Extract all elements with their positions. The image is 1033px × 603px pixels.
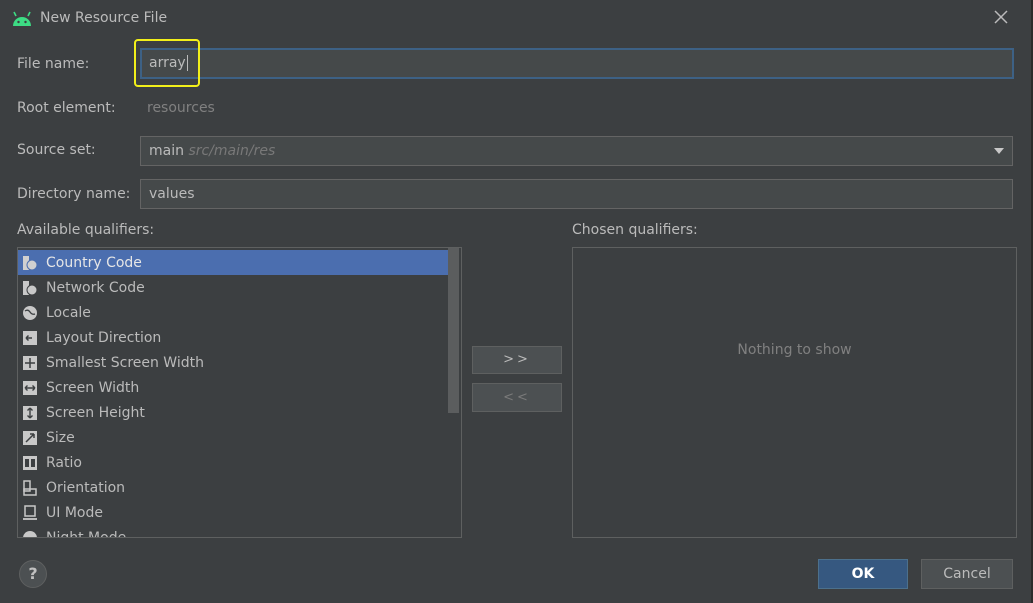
list-item-screen-width[interactable]: Screen Width [18, 375, 450, 400]
list-item-orientation[interactable]: Orientation [18, 475, 450, 500]
ratio-icon [22, 455, 38, 471]
file-name-label: File name: [17, 56, 90, 72]
list-item-label: Screen Height [46, 404, 145, 421]
available-qualifiers-label: Available qualifiers: [17, 222, 155, 238]
source-set-dropdown[interactable]: main src/main/res [140, 136, 1013, 166]
list-item-label: Size [46, 429, 75, 446]
size-icon [22, 430, 38, 446]
source-set-value: main [149, 143, 184, 159]
ok-button[interactable]: OK [818, 559, 908, 589]
remove-qualifier-button[interactable]: << [472, 383, 562, 412]
list-item-label: Network Code [46, 279, 145, 296]
cancel-button[interactable]: Cancel [921, 559, 1013, 589]
list-item-night-mode[interactable]: Night Mode [18, 525, 450, 538]
source-set-hint: src/main/res [188, 143, 276, 159]
list-item-network-code[interactable]: Network Code [18, 275, 450, 300]
directory-name-input[interactable]: values [140, 179, 1013, 209]
highlight-box [134, 39, 200, 87]
available-qualifiers-list[interactable]: Country Code Network Code Locale Layout … [17, 247, 462, 538]
file-name-input[interactable]: array [140, 48, 1014, 79]
root-element-value: resources [147, 100, 215, 116]
chosen-qualifiers-list[interactable]: Nothing to show [572, 247, 1017, 538]
country-code-icon [22, 255, 38, 271]
new-resource-file-dialog: New Resource File File name: array Root … [0, 0, 1033, 603]
list-item-label: Screen Width [46, 379, 140, 396]
list-item-country-code[interactable]: Country Code [18, 250, 450, 275]
list-scrollbar[interactable] [448, 248, 459, 413]
screen-width-icon [22, 380, 38, 396]
root-element-label: Root element: [17, 100, 116, 116]
list-item-size[interactable]: Size [18, 425, 450, 450]
list-item-layout-direction[interactable]: Layout Direction [18, 325, 450, 350]
network-code-icon [22, 280, 38, 296]
directory-name-label: Directory name: [17, 186, 131, 202]
list-item-label: Layout Direction [46, 329, 162, 346]
globe-icon [22, 305, 38, 321]
list-item-locale[interactable]: Locale [18, 300, 450, 325]
source-set-label: Source set: [17, 142, 96, 158]
ui-mode-icon [22, 504, 38, 521]
screen-height-icon [22, 405, 38, 421]
chevron-down-icon[interactable] [994, 148, 1004, 154]
list-item-label: Smallest Screen Width [46, 354, 204, 371]
dialog-title: New Resource File [40, 10, 168, 26]
android-icon [13, 11, 31, 26]
chosen-qualifiers-label: Chosen qualifiers: [572, 222, 698, 238]
list-item-label: UI Mode [46, 504, 103, 521]
close-icon[interactable] [993, 9, 1009, 25]
list-item-label: Locale [46, 304, 91, 321]
orientation-icon [22, 479, 38, 496]
empty-state-text: Nothing to show [737, 342, 852, 358]
list-item-screen-height[interactable]: Screen Height [18, 400, 450, 425]
list-item-label: Orientation [46, 479, 126, 496]
list-item-smallest-screen-width[interactable]: Smallest Screen Width [18, 350, 450, 375]
directory-name-value: values [149, 186, 195, 202]
night-mode-icon [22, 530, 38, 537]
list-item-label: Country Code [46, 254, 142, 271]
list-item-label: Ratio [46, 454, 82, 471]
smallest-width-icon [22, 355, 38, 371]
layout-direction-icon [22, 330, 38, 346]
list-item-ratio[interactable]: Ratio [18, 450, 450, 475]
add-qualifier-button[interactable]: >> [472, 346, 562, 374]
list-item-label: Night Mode [46, 529, 127, 538]
help-button[interactable]: ? [19, 560, 47, 588]
list-item-ui-mode[interactable]: UI Mode [18, 500, 450, 525]
